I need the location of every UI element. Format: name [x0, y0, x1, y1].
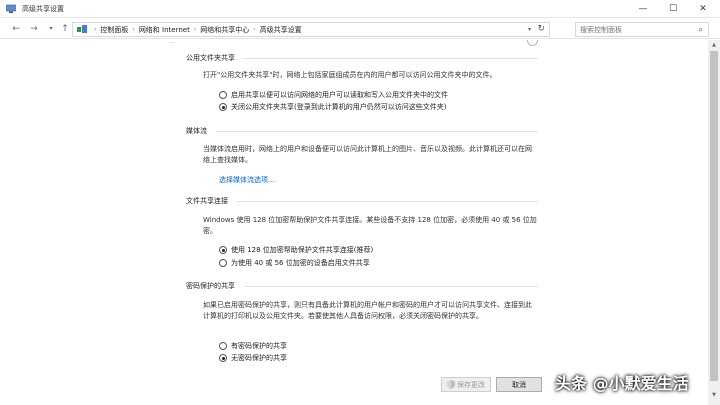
no-password-option[interactable]: 无密码保护的共享 [219, 353, 287, 363]
radio-button-selected[interactable] [219, 246, 227, 254]
breadcrumb-advanced-sharing[interactable]: 高级共享设置 [260, 25, 302, 35]
file-sharing-description: Windows 使用 128 位加密帮助保护文件共享连接。某些设备不支持 128… [203, 216, 537, 235]
radio-button-selected[interactable] [219, 103, 227, 111]
watermark-text: 头条 @小默爱生活 [555, 374, 689, 393]
settings-content: ... 公用文件夹共享 打开"公用文件夹共享"时，网络上包括家庭组成员在内的用户… [0, 38, 708, 405]
radio-button-selected[interactable] [219, 354, 227, 362]
media-streaming-description: 当媒体流启用时，网络上的用户和设备便可以访问此计算机上的图片、音乐以及视频。此计… [203, 145, 532, 164]
option-label: 为使用 40 或 56 位加密的设备启用文件共享 [231, 259, 370, 267]
cancel-button[interactable]: 取消 [496, 377, 542, 392]
address-dropdown-icon[interactable]: ▾ [528, 26, 531, 33]
scrollbar-thumb[interactable] [710, 51, 718, 381]
title-bar: 高级共享设置 — ☐ ✕ [0, 0, 720, 18]
breadcrumb-separator-icon: › [253, 26, 256, 33]
option-label: 有密码保护的共享 [231, 342, 287, 350]
back-arrow-icon[interactable]: ← [10, 23, 22, 35]
breadcrumb-separator-icon: › [94, 26, 97, 33]
option-label: 无密码保护的共享 [231, 354, 287, 362]
collapse-chevron-icon[interactable] [527, 40, 538, 46]
address-bar[interactable]: › 控制面板 › 网络和 Internet › 网络和共享中心 › 高级共享设置… [72, 22, 550, 37]
encryption-128-option[interactable]: 使用 128 位加密帮助保护文件共享连接(推荐) [219, 245, 373, 255]
search-input[interactable] [580, 25, 690, 34]
media-streaming-options-link[interactable]: 选择媒体流选项... [219, 175, 275, 185]
section-divider [244, 286, 538, 287]
recent-locations-chevron-icon[interactable]: ▾ [45, 23, 57, 35]
forward-arrow-icon[interactable]: → [28, 23, 40, 35]
window-title: 高级共享设置 [22, 5, 64, 13]
encryption-40-56-option[interactable]: 为使用 40 或 56 位加密的设备启用文件共享 [219, 258, 370, 268]
media-streaming-section-title: 媒体流 [186, 127, 207, 135]
public-folder-section-title: 公用文件夹共享 [186, 54, 235, 62]
control-panel-icon [77, 25, 87, 33]
radio-button[interactable] [219, 342, 227, 350]
file-sharing-section-title: 文件共享连接 [186, 197, 228, 205]
radio-button[interactable] [219, 259, 227, 267]
search-icon[interactable]: ⌕ [699, 25, 703, 35]
scroll-up-arrow-icon[interactable]: ▲ [708, 40, 720, 50]
advanced-sharing-window: 高级共享设置 — ☐ ✕ ← → ▾ ↑ › 控制面板 › 网络和 Intern… [0, 0, 720, 405]
minimize-button[interactable]: — [628, 0, 658, 18]
refresh-icon[interactable]: ↻ [537, 24, 545, 34]
public-folder-enable-option[interactable]: 启用共享以便可以访问网络的用户可以读取和写入公用文件夹中的文件 [219, 90, 448, 100]
password-sharing-section-title: 密码保护的共享 [186, 282, 235, 290]
option-label: 启用共享以便可以访问网络的用户可以读取和写入公用文件夹中的文件 [231, 91, 448, 99]
save-changes-button[interactable]: 保存更改 [441, 377, 491, 392]
vertical-scrollbar[interactable]: ▲ ▼ [708, 40, 720, 405]
radio-button[interactable] [219, 91, 227, 99]
uac-shield-icon [447, 380, 455, 389]
section-divider [216, 131, 538, 132]
close-button[interactable]: ✕ [688, 0, 718, 18]
navigation-bar: ← → ▾ ↑ › 控制面板 › 网络和 Internet › 网络和共享中心 … [0, 19, 720, 39]
save-button-label: 保存更改 [457, 380, 485, 389]
breadcrumb-control-panel[interactable]: 控制面板 [100, 25, 128, 35]
breadcrumb-network-internet[interactable]: 网络和 Internet [139, 25, 190, 35]
password-protected-option[interactable]: 有密码保护的共享 [219, 341, 287, 351]
public-folder-description: 打开"公用文件夹共享"时，网络上包括家庭组成员在内的用户都可以访问公用文件夹中的… [203, 71, 497, 79]
password-sharing-description: 如果已启用密码保护的共享，则只有具备此计算机的用户帐户和密码的用户才可以访问共享… [203, 301, 532, 320]
search-box[interactable]: ⌕ [575, 22, 709, 37]
breadcrumb-network-sharing-center[interactable]: 网络和共享中心 [200, 25, 249, 35]
scroll-down-arrow-icon[interactable]: ▼ [708, 390, 720, 400]
network-app-icon [6, 4, 16, 13]
section-divider [236, 201, 538, 202]
breadcrumb-separator-icon: › [132, 26, 135, 33]
partial-previous-section-text: ... [170, 38, 176, 45]
up-arrow-icon[interactable]: ↑ [59, 23, 71, 35]
option-label: 使用 128 位加密帮助保护文件共享连接(推荐) [231, 246, 374, 254]
section-divider [242, 58, 538, 59]
option-label: 关闭公用文件夹共享(登录到此计算机的用户仍然可以访问这些文件夹) [231, 103, 447, 111]
public-folder-disable-option[interactable]: 关闭公用文件夹共享(登录到此计算机的用户仍然可以访问这些文件夹) [219, 102, 446, 112]
breadcrumb-separator-icon: › [193, 26, 197, 33]
maximize-button[interactable]: ☐ [658, 0, 688, 18]
